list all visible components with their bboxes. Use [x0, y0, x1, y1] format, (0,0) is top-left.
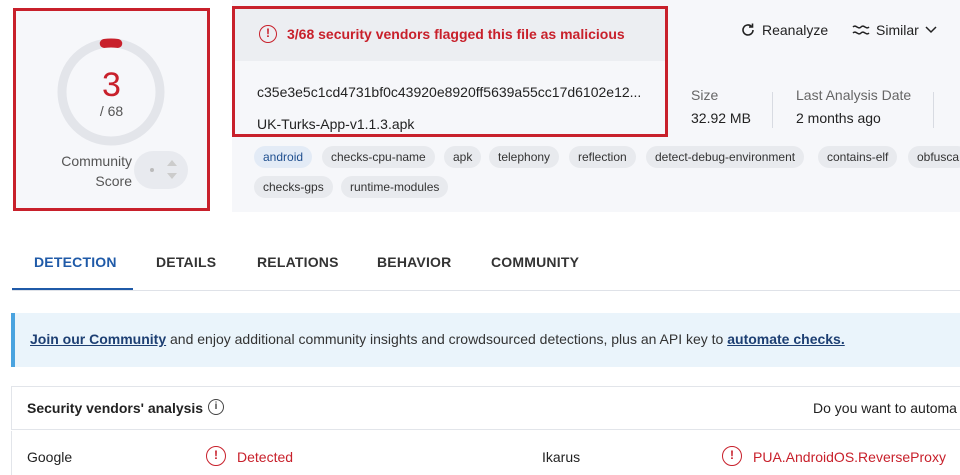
- tag-item[interactable]: checks-gps: [254, 176, 333, 198]
- last-analysis-label: Last Analysis Date: [796, 87, 912, 103]
- vote-up-icon[interactable]: [167, 160, 177, 166]
- tag-item[interactable]: apk: [444, 146, 482, 168]
- tag-item[interactable]: reflection: [569, 146, 636, 168]
- alert-circle-icon: !: [206, 446, 226, 466]
- size-value: 32.92 MB: [691, 110, 751, 126]
- file-hash[interactable]: c35e3e5c1cd4731bf0c43920e8920ff5639a55cc…: [257, 84, 652, 100]
- file-name: UK-Turks-App-v1.1.3.apk: [257, 116, 415, 132]
- similar-wave-icon: [852, 25, 870, 35]
- alert-circle-icon: !: [722, 446, 742, 466]
- chevron-down-icon: [925, 26, 937, 34]
- tag-list: android checks-cpu-name apk telephony re…: [254, 146, 960, 206]
- automate-checks-link[interactable]: automate checks.: [727, 331, 845, 347]
- vote-down-icon[interactable]: [167, 173, 177, 179]
- vendors-title: Security vendors' analysis: [27, 400, 204, 416]
- detection-total: / 68: [99, 103, 124, 119]
- vendor-name: Google: [27, 449, 73, 465]
- last-analysis-value: 2 months ago: [796, 110, 881, 126]
- tag-item[interactable]: runtime-modules: [341, 176, 449, 198]
- tab-community[interactable]: COMMUNITY: [491, 254, 579, 270]
- refresh-icon: [742, 23, 754, 36]
- malicious-flag-box: ! 3/68 security vendors flagged this fil…: [232, 6, 668, 137]
- detection-count: 3: [102, 66, 121, 104]
- active-tab-indicator: [12, 288, 133, 290]
- tag-item[interactable]: obfusca: [908, 146, 960, 168]
- tab-details[interactable]: DETAILS: [156, 254, 216, 270]
- banner-text: Join our Community and enjoy additional …: [30, 331, 845, 347]
- tab-behavior[interactable]: BEHAVIOR: [377, 254, 451, 270]
- meta-divider: [933, 92, 934, 128]
- info-icon[interactable]: i: [208, 399, 224, 415]
- community-score-card: 3 / 68 Community Score: [13, 8, 210, 211]
- join-community-link[interactable]: Join our Community: [30, 331, 166, 347]
- tag-item[interactable]: contains-elf: [818, 146, 898, 168]
- last-analysis-meta: Last Analysis Date 2 months ago: [796, 87, 911, 126]
- community-score-label: Community Score: [61, 153, 132, 189]
- reanalyze-label: Reanalyze: [762, 22, 829, 38]
- table-row: Google ! Detected Ikarus ! PUA.AndroidOS…: [11, 431, 960, 475]
- report-tabs: DETECTION DETAILS RELATIONS BEHAVIOR COM…: [12, 241, 960, 291]
- vote-dot-icon: [150, 168, 154, 172]
- banner-middle-text: and enjoy additional community insights …: [166, 331, 728, 347]
- similar-dropdown[interactable]: Similar: [852, 22, 937, 38]
- tag-item[interactable]: detect-debug-environment: [646, 146, 805, 168]
- tab-detection[interactable]: DETECTION: [34, 254, 117, 270]
- size-meta: Size 32.92 MB: [691, 87, 751, 126]
- alert-text: 3/68 security vendors flagged this file …: [287, 26, 625, 42]
- tag-item[interactable]: telephony: [489, 146, 560, 168]
- automate-question: Do you want to automa: [813, 400, 957, 416]
- alert-bar: ! 3/68 security vendors flagged this fil…: [235, 9, 665, 61]
- detection-result: PUA.AndroidOS.ReverseProxy: [753, 449, 946, 465]
- similar-label: Similar: [876, 22, 919, 38]
- vendor-name: Ikarus: [542, 449, 581, 465]
- detection-result: Detected: [237, 449, 294, 465]
- tag-item[interactable]: android: [254, 146, 313, 168]
- community-vote-toggle[interactable]: [134, 151, 188, 189]
- alert-circle-icon: !: [259, 25, 277, 43]
- size-label: Size: [691, 87, 719, 103]
- vendors-header: Security vendors' analysis i Do you want…: [11, 386, 960, 430]
- community-banner: Join our Community and enjoy additional …: [11, 313, 960, 367]
- reanalyze-button[interactable]: Reanalyze: [740, 22, 828, 38]
- meta-divider: [772, 92, 773, 128]
- tag-item[interactable]: checks-cpu-name: [322, 146, 435, 168]
- tab-relations[interactable]: RELATIONS: [257, 254, 339, 270]
